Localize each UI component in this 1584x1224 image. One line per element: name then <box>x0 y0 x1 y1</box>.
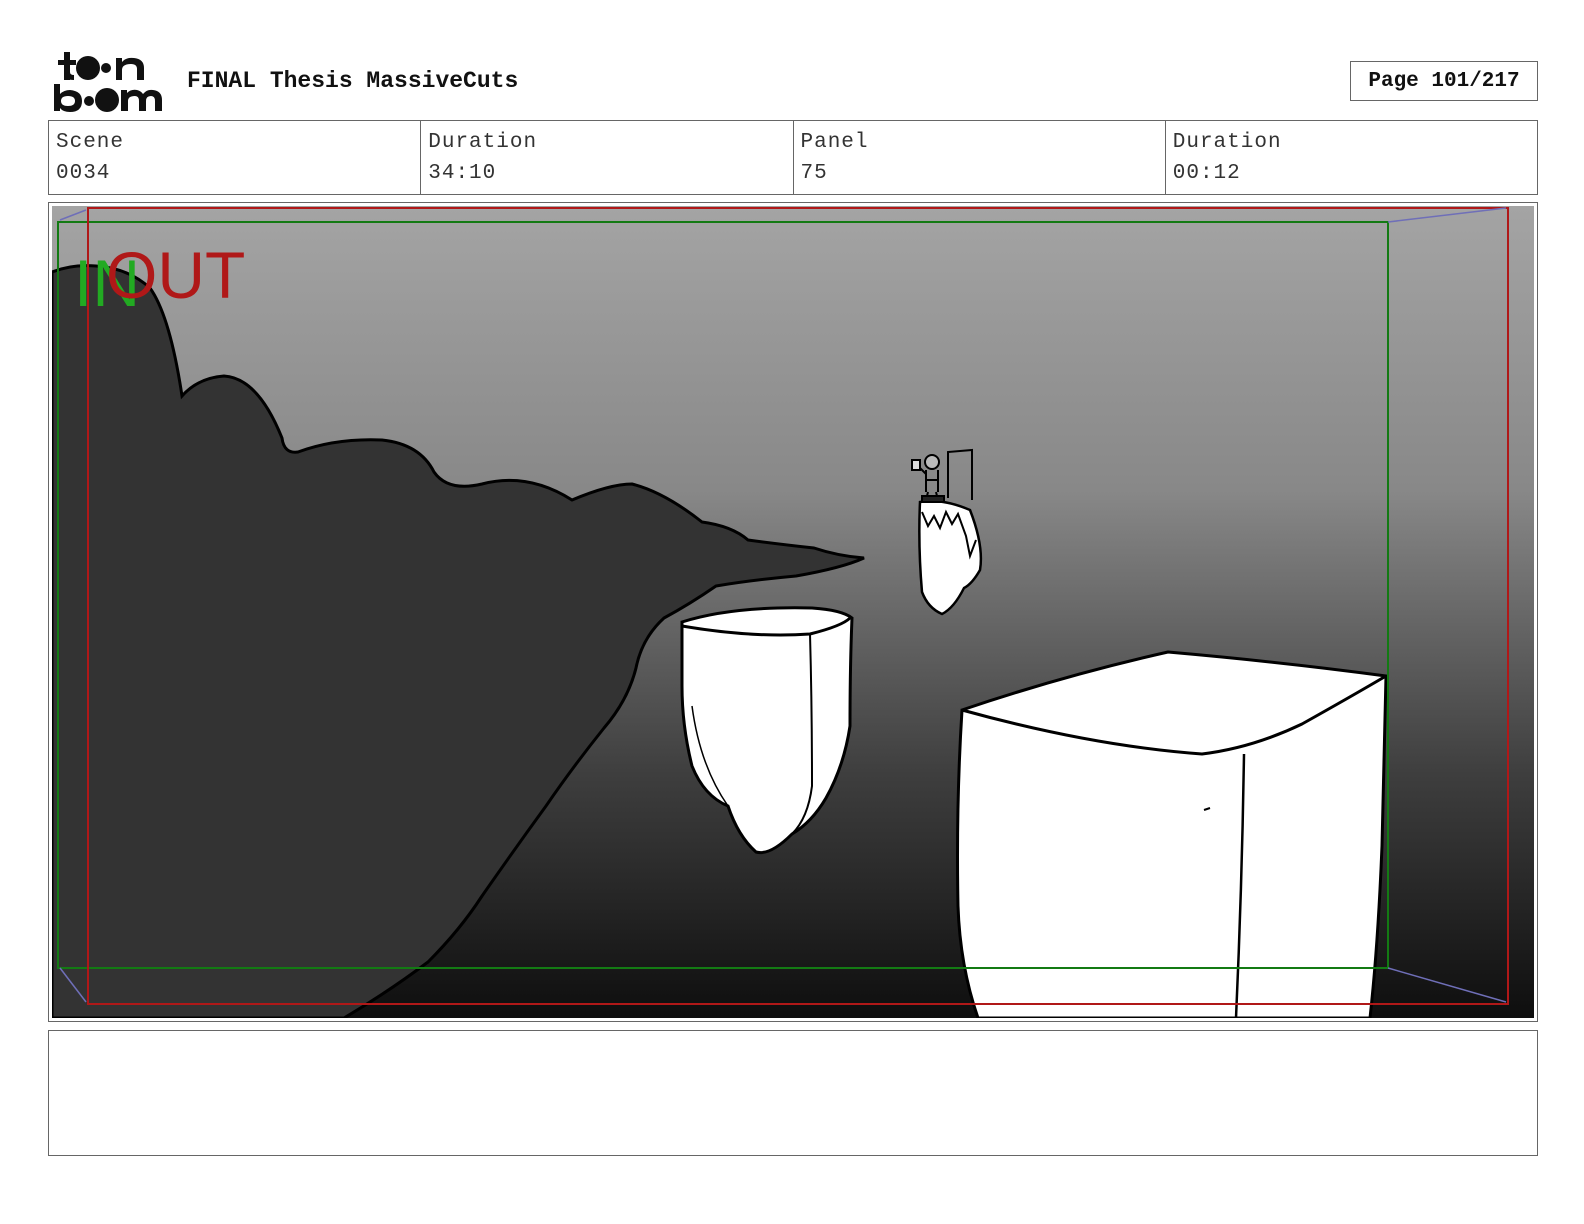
scene-duration-label: Duration <box>428 131 538 154</box>
scene-duration-cell: Duration 34:10 <box>421 121 794 194</box>
panel-duration-value: 00:12 <box>1172 162 1241 185</box>
storyboard-panel-drawing: IN OUT <box>52 206 1534 1018</box>
panel-cell: Panel 75 <box>794 121 1166 194</box>
scene-label: Scene <box>56 131 125 154</box>
toonboom-logo <box>52 50 164 112</box>
panel-info-table: Scene 0034 Duration 34:10 Panel 75 Durat… <box>48 120 1538 195</box>
panel-label: Panel <box>800 131 869 154</box>
panel-duration-label: Duration <box>1172 131 1282 154</box>
large-cube-rock <box>956 650 1388 1018</box>
scene-value: 0034 <box>56 162 111 185</box>
panel-caption-box <box>48 1030 1538 1156</box>
project-title: FINAL Thesis MassiveCuts <box>187 68 519 94</box>
page-indicator: Page 101/217 <box>1350 61 1538 101</box>
panel-duration-cell: Duration 00:12 <box>1166 121 1537 194</box>
out-marker: OUT <box>106 238 245 312</box>
scene-cell: Scene 0034 <box>49 121 422 194</box>
panel-value: 75 <box>800 162 828 185</box>
scene-duration-value: 34:10 <box>428 162 497 185</box>
